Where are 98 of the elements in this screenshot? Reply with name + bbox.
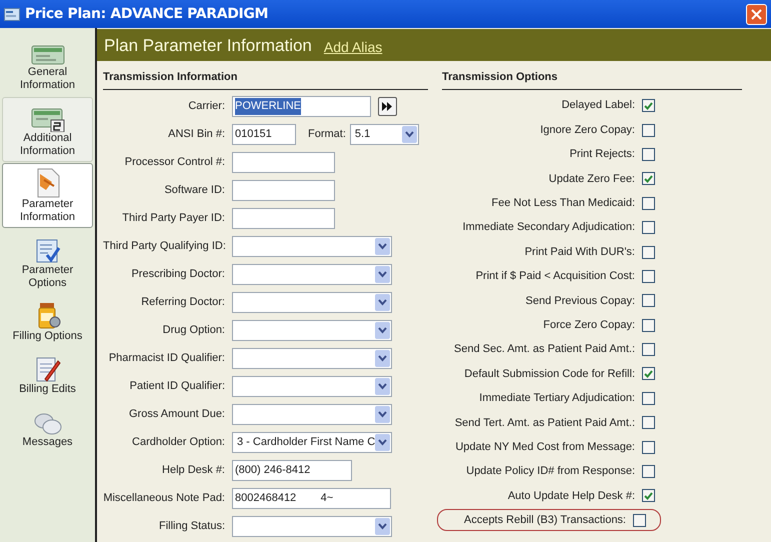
- chevron-down-icon: [375, 406, 390, 423]
- checkbox[interactable]: [642, 294, 655, 308]
- check-icon: [644, 102, 653, 110]
- chevron-down-icon: [375, 294, 390, 311]
- forward-button[interactable]: [378, 97, 397, 116]
- checkbox[interactable]: [642, 343, 655, 356]
- checkbox[interactable]: [642, 246, 655, 259]
- checkbox[interactable]: [642, 440, 655, 454]
- dropdown[interactable]: 5.1: [350, 124, 419, 145]
- checkbox[interactable]: [642, 99, 655, 112]
- checkbox[interactable]: [642, 172, 655, 186]
- section-heading: Transmission Information: [103, 69, 428, 90]
- dropdown[interactable]: 3 - Cardholder First Name C: [232, 432, 392, 453]
- chevron-down-icon: [375, 266, 390, 283]
- check-icon: [644, 492, 653, 500]
- section-heading: Transmission Options: [442, 69, 742, 90]
- field-label: ANSI Bin #:: [167, 127, 225, 142]
- field-label: Third Party Qualifying ID:: [103, 239, 225, 254]
- option-label: Update Zero Fee:: [548, 172, 635, 187]
- field-label: Cardholder Option:: [131, 435, 225, 450]
- notepad-pencil-icon: [34, 355, 60, 383]
- option-label: Default Submission Code for Refill:: [463, 366, 635, 382]
- sidebar-item[interactable]: Additional Information: [2, 97, 93, 162]
- checkbox[interactable]: [642, 367, 655, 380]
- add-alias-link[interactable]: Add Alias: [324, 38, 382, 56]
- option-label: Auto Update Help Desk #:: [506, 488, 635, 504]
- field-label: Filling Status:: [158, 519, 225, 534]
- option-label: Fee Not Less Than Medicaid:: [490, 196, 635, 211]
- checkbox[interactable]: [642, 416, 655, 430]
- chevron-down-icon: [375, 322, 390, 339]
- checkbox[interactable]: [642, 392, 655, 405]
- window-title: Price Plan: ADVANCE PARADIGM: [25, 4, 268, 24]
- card-icon: [30, 44, 64, 66]
- checkbox[interactable]: [642, 196, 655, 210]
- option-label: Send Sec. Amt. as Patient Paid Amt.:: [453, 342, 635, 358]
- sidebar-item[interactable]: Messages: [2, 401, 93, 453]
- input-field[interactable]: 8002468412 4~: [232, 488, 391, 509]
- option-label: Send Tert. Amt. as Patient Paid Amt.:: [454, 416, 635, 431]
- option-label: Immediate Secondary Adjudication:: [462, 220, 635, 236]
- checkbox[interactable]: [642, 221, 655, 234]
- field-label: Processor Control #:: [124, 155, 225, 170]
- chevron-down-icon: [375, 238, 390, 255]
- sidebar-item[interactable]: Billing Edits: [2, 348, 93, 400]
- option-label: Print if $ Paid < Acquisition Cost:: [474, 269, 635, 284]
- field-label: Help Desk #:: [161, 463, 225, 478]
- check-icon: [644, 174, 653, 183]
- field-label: Prescribing Doctor:: [130, 267, 225, 282]
- checkbox[interactable]: [642, 318, 655, 332]
- field-label: Carrier:: [187, 99, 225, 114]
- chevron-down-icon: [402, 126, 417, 143]
- input-field[interactable]: [232, 208, 335, 229]
- chevron-down-icon: [375, 434, 390, 451]
- field-label: Patient ID Qualifier:: [128, 379, 225, 394]
- option-label: Delayed Label:: [560, 98, 635, 114]
- field-label: Drug Option:: [162, 323, 225, 338]
- field-label: Software ID:: [163, 183, 225, 198]
- fast-forward-icon: [382, 102, 393, 111]
- input-field[interactable]: POWERLINE: [232, 96, 371, 117]
- chevron-down-icon: [375, 378, 390, 395]
- chevron-down-icon: [375, 350, 390, 367]
- close-icon: [751, 8, 762, 20]
- checkbox[interactable]: [642, 148, 655, 161]
- window-icon: [4, 8, 20, 20]
- header-title: Plan Parameter Information: [104, 36, 312, 56]
- option-label: Update Policy ID# from Response:: [465, 464, 635, 480]
- field-label: Referring Doctor:: [140, 295, 225, 310]
- sidebar-item[interactable]: Parameter Information: [2, 163, 93, 228]
- sidebar-item[interactable]: General Information: [2, 31, 93, 96]
- input-field[interactable]: 010151: [232, 124, 296, 145]
- field-label: Miscellaneous Note Pad:: [103, 491, 225, 506]
- input-field[interactable]: [232, 152, 335, 173]
- option-label: Print Paid With DUR's:: [524, 244, 635, 260]
- input-field[interactable]: (800) 246-8412: [232, 460, 352, 481]
- speech-bubbles-icon: [32, 412, 62, 436]
- checkbox[interactable]: [642, 465, 655, 478]
- card-icon: [30, 108, 64, 132]
- sidebar-item[interactable]: Parameter Options: [2, 229, 93, 294]
- input-field[interactable]: [232, 180, 335, 201]
- chevron-down-icon: [375, 518, 390, 535]
- option-label: Force Zero Copay:: [542, 318, 635, 333]
- close-button[interactable]: [746, 4, 767, 24]
- sidebar-item[interactable]: Filling Options: [2, 295, 93, 347]
- field-label: Third Party Payer ID:: [121, 211, 225, 226]
- option-label: Update NY Med Cost from Message:: [454, 440, 635, 455]
- check-icon: [644, 370, 653, 378]
- checkbox[interactable]: [633, 514, 646, 527]
- field-label: Gross Amount Due:: [128, 407, 225, 422]
- option-label: Send Previous Copay:: [524, 294, 635, 309]
- checkbox[interactable]: [642, 270, 655, 283]
- option-label: Print Rejects:: [568, 147, 635, 162]
- option-label: Immediate Tertiary Adjudication:: [478, 391, 635, 406]
- field-label: Pharmacist ID Qualifier:: [108, 351, 225, 366]
- field-label: Format:: [308, 127, 346, 142]
- option-label: Accepts Rebill (B3) Transactions:: [462, 513, 626, 528]
- option-label: Ignore Zero Copay:: [539, 122, 635, 138]
- checkbox[interactable]: [642, 124, 655, 137]
- checkbox[interactable]: [642, 489, 655, 502]
- checklist-icon: [34, 238, 60, 264]
